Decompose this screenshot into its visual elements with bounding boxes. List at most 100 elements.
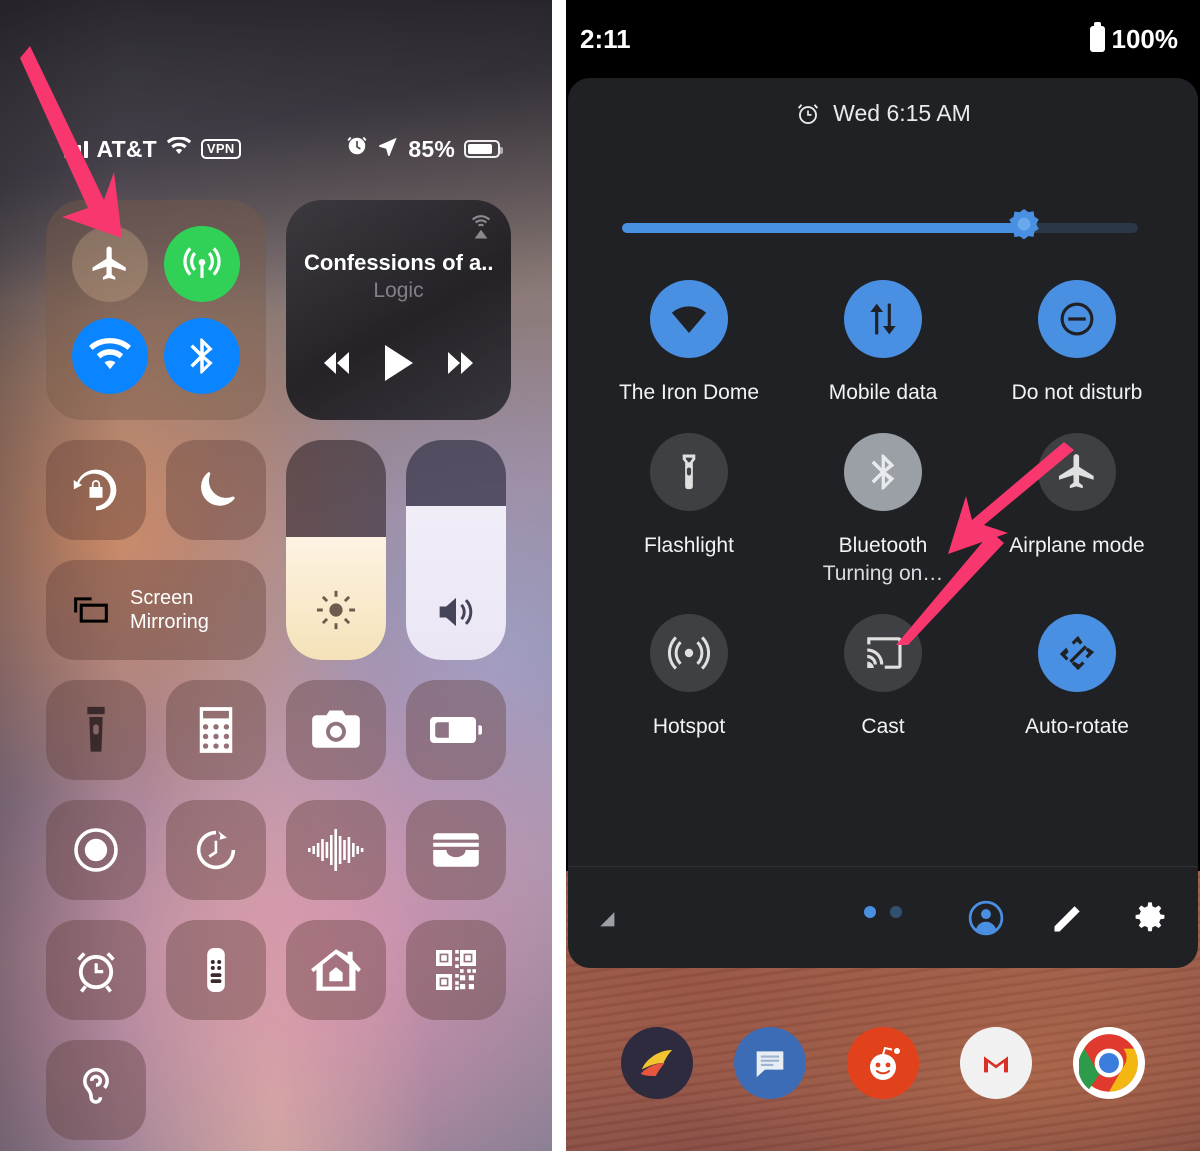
qs-tile-label: The Iron Dome [618, 381, 760, 404]
media-artist: Logic [373, 279, 424, 302]
battery-full-icon [1089, 22, 1105, 52]
qs-tile-label: Auto-rotate [1025, 715, 1129, 739]
battery-percent-label: 85% [408, 135, 455, 162]
mobile-data-arrows-icon [870, 303, 896, 335]
android-status-bar: 2:11 100% [566, 0, 1200, 78]
sound-recognition-tile[interactable] [286, 800, 386, 900]
qs-tile-mobile-data[interactable]: Mobile data [786, 280, 980, 405]
camera-tile[interactable] [286, 680, 386, 780]
focus-tile[interactable] [166, 440, 266, 540]
cellular-signal-icon [64, 140, 88, 158]
now-playing-module[interactable]: Confessions of a... Logic [286, 200, 511, 420]
carrier-label: AT&T [96, 135, 157, 162]
qs-tile-dnd[interactable]: Do not disturb [980, 280, 1174, 405]
brightness-slider[interactable] [286, 440, 386, 660]
alarm-row[interactable]: Wed 6:15 AM [568, 78, 1198, 127]
timer-tile[interactable] [166, 800, 266, 900]
cellular-data-toggle[interactable] [164, 226, 240, 302]
alarm-clock-icon [77, 952, 115, 993]
rewind-button[interactable] [316, 348, 358, 383]
sound-waveform-icon [308, 829, 364, 871]
battery-icon [464, 140, 503, 158]
fast-forward-button[interactable] [439, 348, 481, 383]
user-account-icon[interactable] [968, 900, 1004, 936]
play-button[interactable] [381, 343, 415, 388]
alarm-clock-icon [798, 103, 819, 124]
cast-screen-icon [867, 637, 902, 670]
airplay-audio-icon[interactable] [467, 214, 495, 242]
qs-tile-label: Airplane mode [1009, 534, 1145, 558]
pencil-edit-icon[interactable] [1050, 900, 1086, 936]
wifi-icon [89, 338, 131, 370]
airplane-mode-toggle[interactable] [72, 226, 148, 302]
remote-tile[interactable] [166, 920, 266, 1020]
ear-hearing-icon [83, 1067, 109, 1104]
android-app-dock [566, 1027, 1200, 1099]
gmail-app-icon[interactable] [960, 1027, 1033, 1099]
quick-settings-tile-grid: The Iron Dome Mobile data Do not disturb… [592, 280, 1174, 740]
screen-mirroring-label-line1: Screen [130, 587, 194, 609]
do-not-disturb-icon [1060, 302, 1094, 336]
screen-record-icon [74, 828, 118, 872]
qs-tile-label: Mobile data [828, 381, 938, 404]
bluetooth-icon [871, 454, 895, 490]
low-power-battery-icon [430, 717, 482, 743]
volume-slider[interactable] [406, 440, 506, 660]
screen-mirroring-icon [74, 597, 108, 623]
qs-tile-cast[interactable]: Cast [786, 614, 980, 739]
screen-recording-tile[interactable] [46, 800, 146, 900]
cellular-antenna-icon [183, 247, 221, 278]
wallet-tile[interactable] [406, 800, 506, 900]
alarm-clock-icon [346, 135, 368, 163]
home-tile[interactable] [286, 920, 386, 1020]
bluetooth-icon [190, 338, 213, 374]
qs-tile-wifi[interactable]: The Iron Dome [592, 280, 786, 405]
bluetooth-toggle[interactable] [164, 318, 240, 394]
qs-tile-auto-rotate[interactable]: Auto-rotate [980, 614, 1174, 739]
auto-rotate-icon [1059, 636, 1095, 671]
pocket-casts-app-icon[interactable] [620, 1027, 693, 1099]
code-scanner-tile[interactable] [406, 920, 506, 1020]
messages-app-icon[interactable] [733, 1027, 806, 1099]
rotation-lock-icon [73, 469, 117, 511]
flashlight-tile[interactable] [46, 680, 146, 780]
media-title: Confessions of a... [304, 250, 493, 275]
qs-tile-label: Do not disturb [1011, 381, 1143, 404]
chrome-app-icon[interactable] [1073, 1027, 1146, 1099]
moon-icon [201, 472, 235, 506]
signal-triangle-icon [596, 898, 630, 937]
rotation-lock-tile[interactable] [46, 440, 146, 540]
android-clock: 2:11 [580, 23, 631, 54]
qs-tile-sublabel: Turning on… [822, 562, 944, 586]
wifi-icon [166, 135, 192, 163]
alarm-text: Wed 6:15 AM [833, 100, 971, 126]
qs-tile-hotspot[interactable]: Hotspot [592, 614, 786, 739]
location-arrow-icon [377, 135, 399, 163]
tv-remote-icon [207, 948, 225, 992]
wifi-toggle[interactable] [72, 318, 148, 394]
android-battery-percent: 100% [1111, 23, 1179, 54]
alarm-tile[interactable] [46, 920, 146, 1020]
qs-tile-flashlight[interactable]: Flashlight [592, 433, 786, 586]
connectivity-module[interactable] [46, 200, 266, 420]
low-power-tile[interactable] [406, 680, 506, 780]
hearing-tile[interactable] [46, 1040, 146, 1140]
quick-settings-panel: Wed 6:15 AM The Iron Dome Mobile data Do… [568, 78, 1198, 968]
reddit-app-icon[interactable] [846, 1027, 919, 1099]
ios-status-bar: AT&T VPN 85% [0, 132, 552, 166]
brightness-slider[interactable] [622, 209, 1138, 240]
screen-mirroring-tile[interactable]: Screen Mirroring [46, 560, 266, 660]
qs-tile-bluetooth[interactable]: Bluetooth Turning on… [786, 433, 980, 586]
qs-tile-airplane-mode[interactable]: Airplane mode [980, 433, 1174, 586]
gear-settings-icon[interactable] [1132, 900, 1168, 936]
quick-settings-footer [568, 866, 1198, 968]
hotspot-icon [668, 636, 710, 670]
media-controls [286, 343, 511, 388]
home-house-icon [311, 949, 361, 991]
flashlight-icon [87, 706, 105, 752]
brightness-slider-icon[interactable] [1002, 206, 1046, 250]
qs-tile-label: Bluetooth [838, 534, 928, 558]
brightness-sun-icon [316, 590, 356, 630]
camera-icon [312, 710, 360, 748]
calculator-tile[interactable] [166, 680, 266, 780]
